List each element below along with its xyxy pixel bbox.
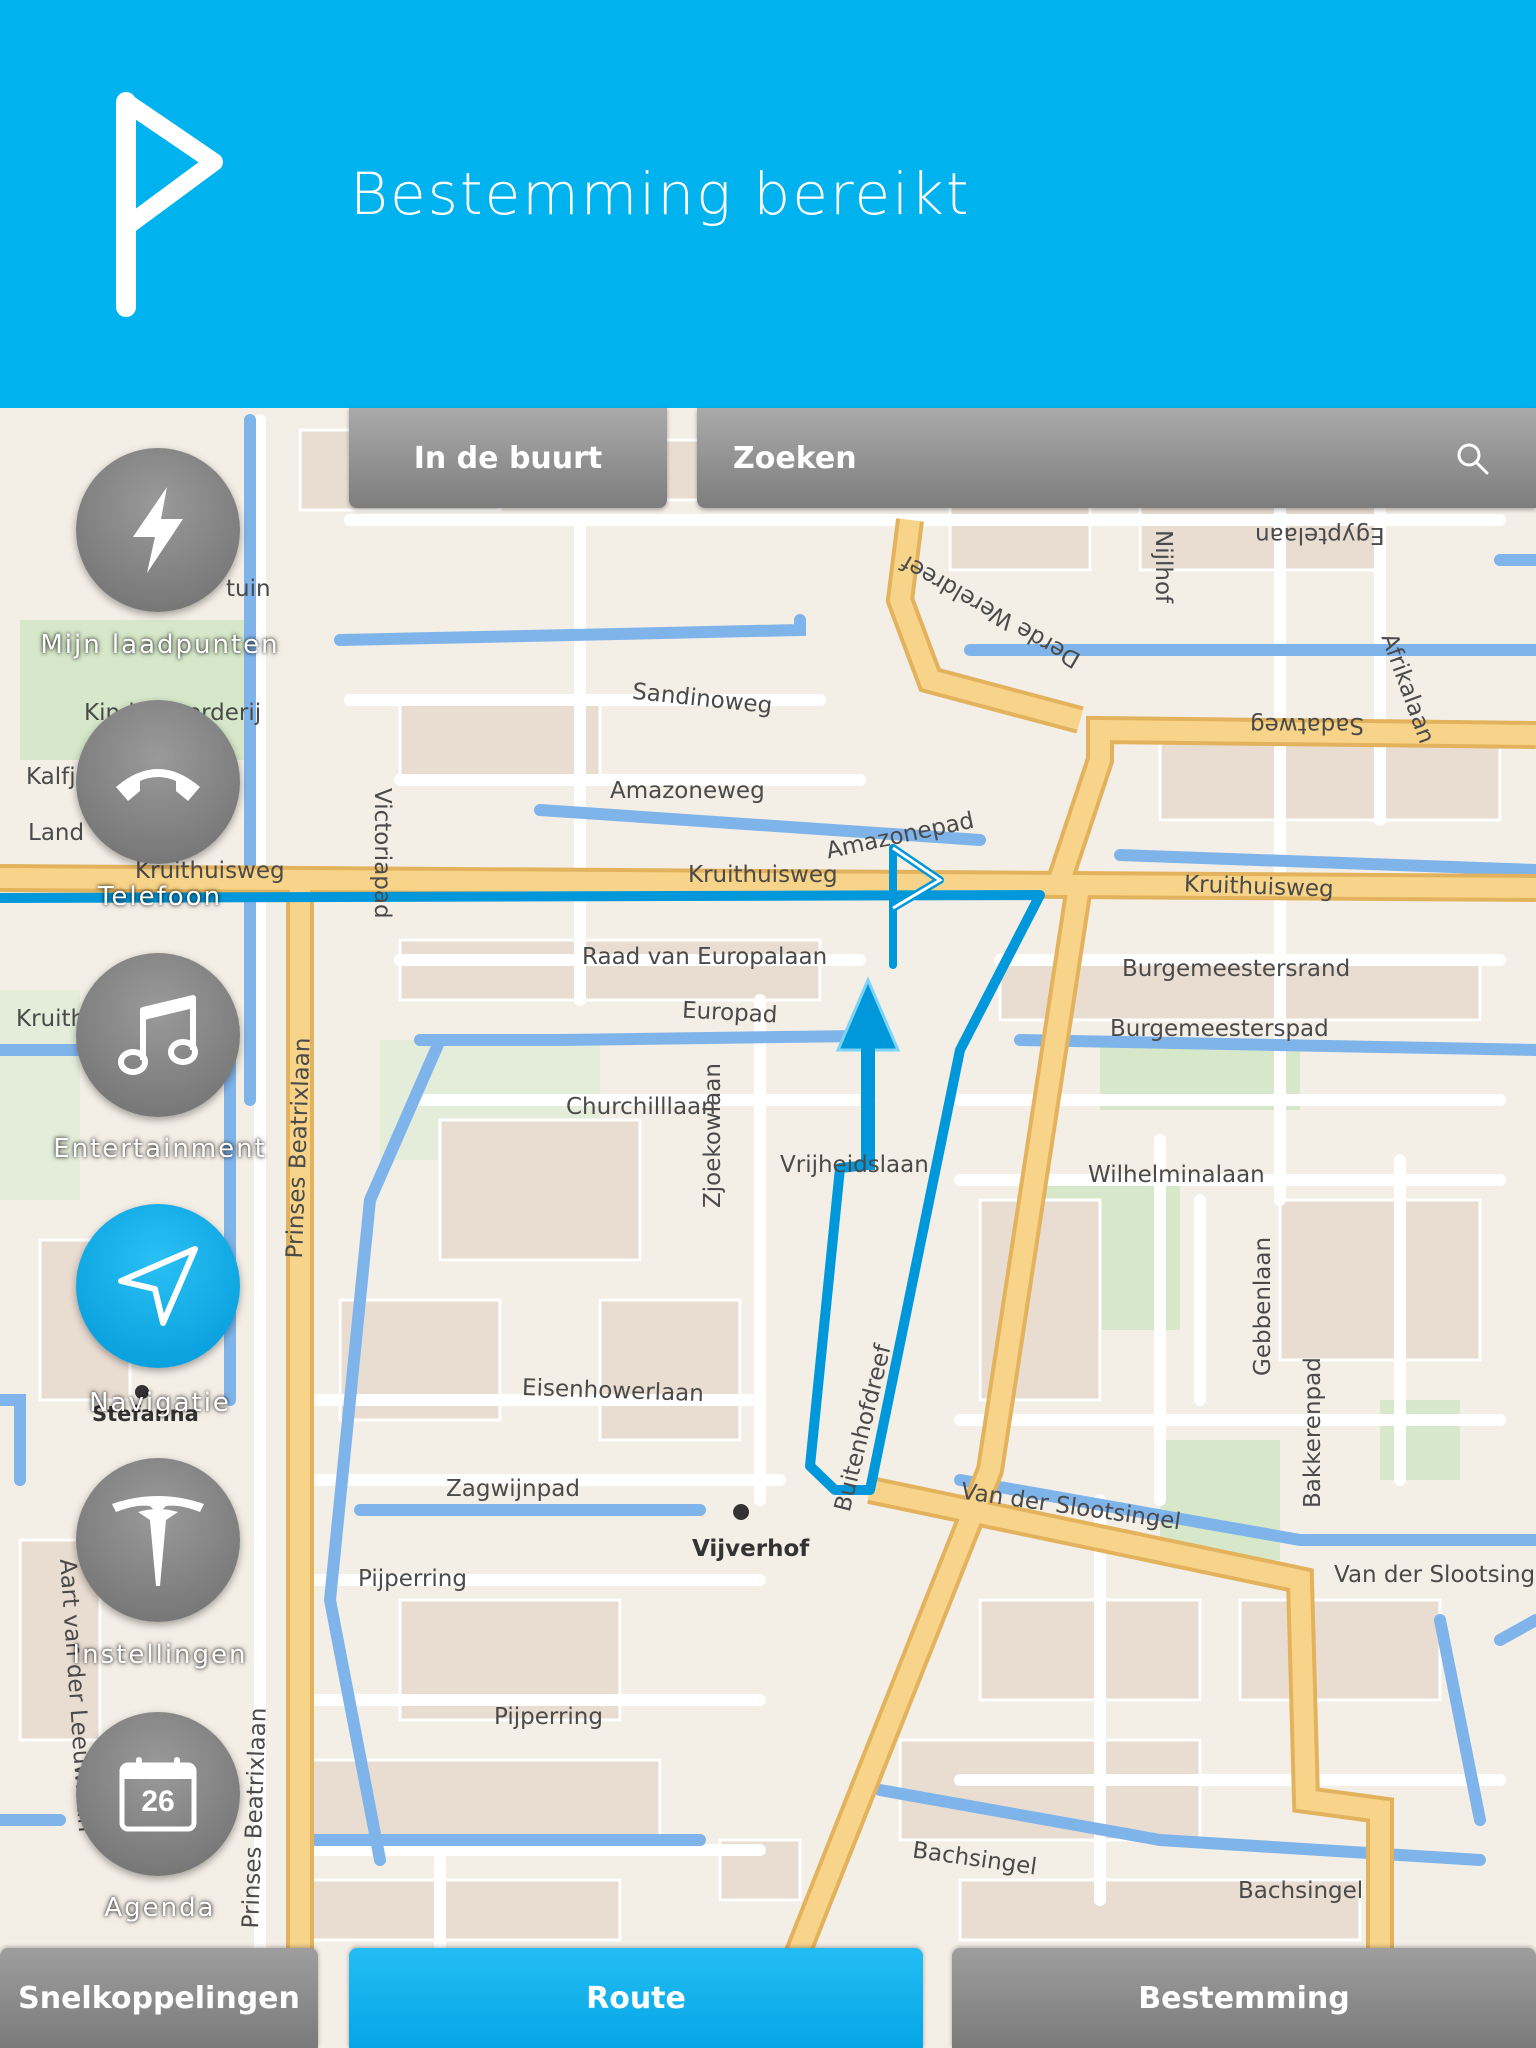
- search-bar[interactable]: Zoeken: [697, 408, 1536, 508]
- sidebar-label-phone: Telefoon: [97, 882, 223, 912]
- street-label: Victoriapad: [369, 788, 395, 919]
- destination-label: Bestemming: [1138, 1980, 1350, 2016]
- sidebar-label-calendar: Agenda: [104, 1893, 216, 1923]
- destination-button[interactable]: Bestemming: [952, 1948, 1536, 2048]
- sidebar-label-settings: Instellingen: [72, 1640, 248, 1670]
- street-label: Kruithuisweg: [1183, 871, 1335, 903]
- street-label: Zjoekowlaan: [700, 1063, 726, 1208]
- calendar-date: 26: [141, 1785, 175, 1818]
- street-label: Churchilllaan: [566, 1094, 716, 1120]
- route-label: Route: [586, 1980, 686, 2016]
- street-label: Zagwijnpad: [446, 1476, 580, 1502]
- search-icon[interactable]: [1456, 442, 1490, 476]
- street-label: Raad van Europalaan: [582, 944, 828, 970]
- route-button[interactable]: Route: [349, 1948, 923, 2048]
- destination-flag-icon: [116, 92, 223, 317]
- shortcuts-button[interactable]: Snelkoppelingen: [0, 1948, 318, 2048]
- navigation-arrow-icon: [118, 1246, 198, 1326]
- street-label: Sadatweg: [1250, 712, 1364, 738]
- nearby-label: In de buurt: [413, 440, 603, 476]
- banner-title: Bestemming bereikt: [350, 160, 971, 228]
- sidebar-label-entertainment: Entertainment: [53, 1134, 267, 1164]
- charging-points-button[interactable]: [76, 448, 240, 612]
- music-note-icon: [118, 995, 198, 1075]
- street-label: Burgemeestersrand: [1122, 956, 1351, 982]
- sidebar-label-charging: Mijn laadpunten: [40, 630, 280, 660]
- phone-icon: [116, 769, 200, 801]
- nearby-button[interactable]: In de buurt: [349, 408, 667, 508]
- street-label: Vrijheidslaan: [780, 1152, 929, 1178]
- tesla-logo-icon: [112, 1496, 204, 1586]
- street-label: Bachsingel: [1238, 1878, 1364, 1904]
- arrival-banner: Bestemming bereikt: [0, 0, 1536, 408]
- street-label: Bakkerenpad: [1300, 1357, 1326, 1508]
- street-label: Nijlhof: [1150, 530, 1176, 604]
- search-label: Zoeken: [733, 440, 857, 476]
- street-label: Pijperring: [358, 1566, 467, 1592]
- calendar-icon: 26: [118, 1755, 198, 1833]
- map-label: Land: [28, 820, 85, 846]
- street-label: Amazoneweg: [610, 778, 765, 804]
- map-label: Kruith: [16, 1006, 86, 1032]
- shortcuts-label: Snelkoppelingen: [18, 1980, 300, 2016]
- poi-label[interactable]: Vijverhof: [692, 1536, 809, 1562]
- street-label: Pijperring: [494, 1704, 603, 1730]
- map-label: Kalfj: [26, 764, 76, 790]
- sidebar-label-navigation: Navigatie: [89, 1388, 231, 1418]
- settings-button[interactable]: [76, 1458, 240, 1622]
- lightning-icon: [133, 487, 183, 573]
- phone-button[interactable]: [76, 700, 240, 864]
- street-label: Egyptelaan: [1255, 522, 1385, 548]
- entertainment-button[interactable]: [76, 953, 240, 1117]
- navigation-button[interactable]: [76, 1204, 240, 1368]
- street-label: Gebbenlaan: [1250, 1236, 1276, 1376]
- calendar-button[interactable]: 26: [76, 1712, 240, 1876]
- street-label: Burgemeesterspad: [1110, 1016, 1329, 1042]
- street-label: Europad: [681, 997, 779, 1029]
- map-label: tuin: [226, 576, 271, 602]
- street-label: Wilhelminalaan: [1088, 1162, 1265, 1188]
- street-label: Kruithuisweg: [688, 862, 838, 888]
- street-label: Van der Slootsingel: [1334, 1562, 1536, 1588]
